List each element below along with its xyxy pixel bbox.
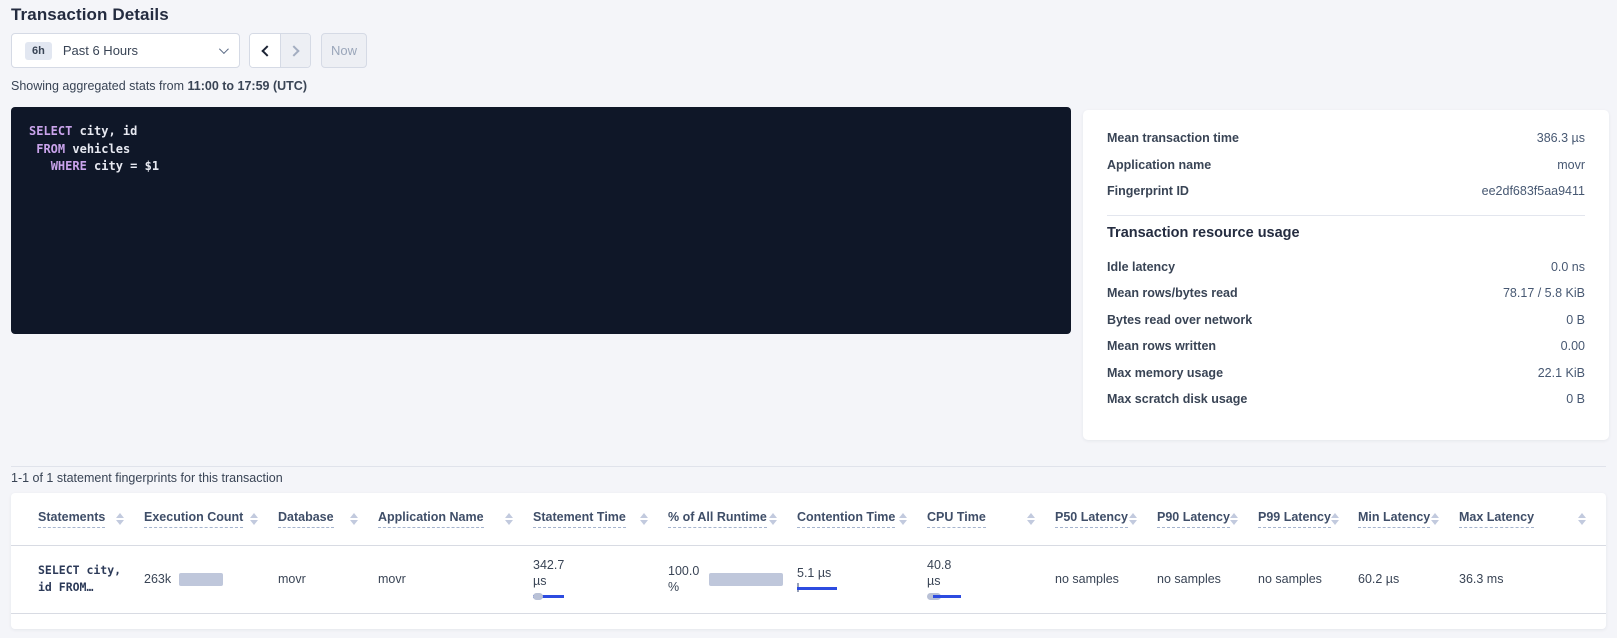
resource-row: Mean rows written 0.00 xyxy=(1107,333,1585,360)
statement-fingerprint-link[interactable]: SELECT city,id FROM… xyxy=(38,562,134,596)
runtime-percent-cell: 100.0 % xyxy=(668,545,797,613)
fingerprint-count-text: 1-1 of 1 statement fingerprints for this… xyxy=(11,471,283,485)
summary-row: Fingerprint ID ee2df683f5aa9411 xyxy=(1107,178,1585,205)
p50-latency-cell: no samples xyxy=(1055,545,1157,613)
resource-row: Mean rows/bytes read 78.17 / 5.8 KiB xyxy=(1107,280,1585,307)
resource-row: Bytes read over network 0 B xyxy=(1107,307,1585,334)
sort-icon[interactable] xyxy=(1129,513,1137,525)
column-header-max-latency[interactable]: Max Latency xyxy=(1459,493,1606,545)
sort-icon[interactable] xyxy=(1431,513,1439,525)
chevron-left-icon xyxy=(261,45,272,56)
execution-count-cell: 263k xyxy=(144,545,278,613)
sort-icon[interactable] xyxy=(1027,513,1035,525)
max-latency-cell: 36.3 ms xyxy=(1459,545,1606,613)
sort-icon[interactable] xyxy=(640,513,648,525)
sort-icon[interactable] xyxy=(250,513,258,525)
column-header-statements[interactable]: Statements xyxy=(11,493,144,545)
summary-row: Application name movr xyxy=(1107,152,1585,179)
execution-count-bar xyxy=(179,573,223,586)
application-name-cell: movr xyxy=(378,545,533,613)
column-header-contention-time[interactable]: Contention Time xyxy=(797,493,927,545)
transaction-summary-panel: Mean transaction time 386.3 µs Applicati… xyxy=(1083,110,1609,440)
column-header-label: Max Latency xyxy=(1459,510,1534,528)
time-range-label: Past 6 Hours xyxy=(63,43,138,58)
sort-icon[interactable] xyxy=(769,513,777,525)
column-header-label: Statement Time xyxy=(533,510,626,528)
statements-table-card: Statements Execution Count Database Applica… xyxy=(11,493,1606,629)
time-range-badge: 6h xyxy=(25,42,52,60)
sql-query-box: SELECT city, id FROM vehicles WHERE city… xyxy=(11,107,1071,334)
sort-icon[interactable] xyxy=(505,513,513,525)
now-button[interactable]: Now xyxy=(321,33,367,68)
next-time-button[interactable] xyxy=(280,34,310,67)
page-title: Transaction Details xyxy=(11,5,169,25)
p99-latency-cell: no samples xyxy=(1258,545,1358,613)
contention-time-cell: 5.1 µs xyxy=(797,545,927,613)
summary-row: Mean transaction time 386.3 µs xyxy=(1107,125,1585,152)
min-latency-cell: 60.2 µs xyxy=(1358,545,1459,613)
column-header-application-name[interactable]: Application Name xyxy=(378,493,533,545)
table-header-row: Statements Execution Count Database Applica… xyxy=(11,493,1606,545)
time-range-text: 11:00 to 17:59 (UTC) xyxy=(188,79,307,93)
statement-cell: SELECT city,id FROM… xyxy=(11,545,144,613)
column-header-label: Database xyxy=(278,510,334,528)
resource-row: Idle latency 0.0 ns xyxy=(1107,254,1585,281)
p90-latency-cell: no samples xyxy=(1157,545,1258,613)
statement-time-cell: 342.7 µs xyxy=(533,545,668,613)
column-header-label: P50 Latency xyxy=(1055,510,1128,528)
column-header-label: Contention Time xyxy=(797,510,895,528)
column-header-label: Execution Count xyxy=(144,510,243,528)
column-header-database[interactable]: Database xyxy=(278,493,378,545)
sort-icon[interactable] xyxy=(1230,513,1238,525)
cpu-time-cell: 40.8 µs xyxy=(927,545,1055,613)
database-cell: movr xyxy=(278,545,378,613)
panel-divider xyxy=(1107,215,1585,216)
column-header-of-all-runtime[interactable]: % of All Runtime xyxy=(668,493,797,545)
column-header-label: CPU Time xyxy=(927,510,986,528)
column-header-label: Min Latency xyxy=(1358,510,1430,528)
time-range-dropdown[interactable]: 6h Past 6 Hours xyxy=(11,33,240,68)
cpu-time-bar xyxy=(927,593,1045,602)
column-header-cpu-time[interactable]: CPU Time xyxy=(927,493,1055,545)
column-header-p90-latency[interactable]: P90 Latency xyxy=(1157,493,1258,545)
resource-row: Max scratch disk usage 0 B xyxy=(1107,386,1585,413)
chevron-down-icon xyxy=(219,44,229,54)
column-header-label: P90 Latency xyxy=(1157,510,1230,528)
column-header-min-latency[interactable]: Min Latency xyxy=(1358,493,1459,545)
column-header-p99-latency[interactable]: P99 Latency xyxy=(1258,493,1358,545)
sort-icon[interactable] xyxy=(116,513,124,525)
sort-icon[interactable] xyxy=(1331,513,1339,525)
sort-icon[interactable] xyxy=(899,513,907,525)
statement-time-bar xyxy=(533,593,658,602)
prev-time-button[interactable] xyxy=(250,34,280,67)
column-header-p50-latency[interactable]: P50 Latency xyxy=(1055,493,1157,545)
chevron-right-icon xyxy=(288,45,299,56)
aggregated-stats-subtitle: Showing aggregated stats from 11:00 to 1… xyxy=(11,79,307,93)
column-header-statement-time[interactable]: Statement Time xyxy=(533,493,668,545)
runtime-percent-bar xyxy=(709,573,783,586)
column-header-label: Application Name xyxy=(378,510,484,528)
column-header-execution-count[interactable]: Execution Count xyxy=(144,493,278,545)
section-divider xyxy=(11,466,1606,467)
resource-usage-title: Transaction resource usage xyxy=(1107,225,1585,241)
sort-icon[interactable] xyxy=(350,513,358,525)
sort-icon[interactable] xyxy=(1578,513,1586,525)
column-header-label: Statements xyxy=(38,510,105,528)
column-header-label: % of All Runtime xyxy=(668,510,767,528)
statements-table: Statements Execution Count Database Applica… xyxy=(11,493,1606,614)
table-row: SELECT city,id FROM… 263k movr movr 342.… xyxy=(11,545,1606,613)
sql-text: SELECT city, id FROM vehicles WHERE city… xyxy=(29,123,1053,176)
resource-row: Max memory usage 22.1 KiB xyxy=(1107,360,1585,387)
contention-time-bar xyxy=(797,585,917,594)
time-step-buttons xyxy=(249,33,311,68)
time-picker-row: 6h Past 6 Hours Now xyxy=(11,33,367,68)
column-header-label: P99 Latency xyxy=(1258,510,1331,528)
